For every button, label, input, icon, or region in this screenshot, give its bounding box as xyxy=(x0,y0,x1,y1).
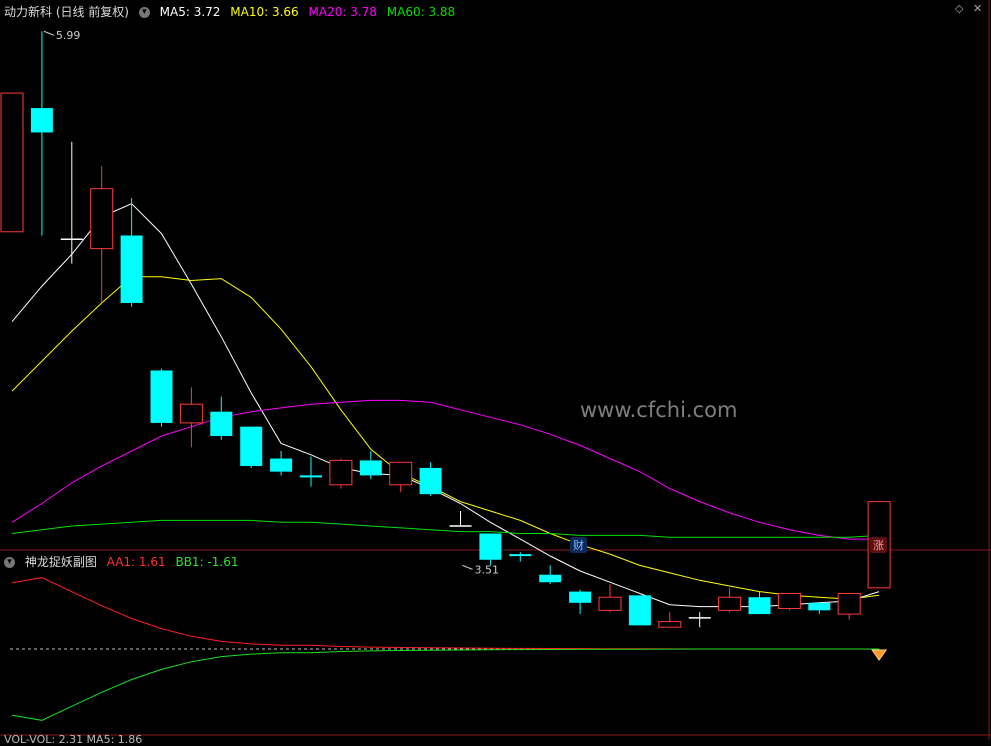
candle-body xyxy=(240,426,263,467)
candle-body xyxy=(90,188,114,250)
candle-body xyxy=(658,621,682,628)
candle-body xyxy=(837,592,861,615)
diamond-icon[interactable]: ◇ xyxy=(955,2,963,15)
candle-body xyxy=(210,411,233,437)
candle-body xyxy=(479,533,502,560)
annotation-arrow xyxy=(43,30,55,36)
bb1-label: BB1: -1.61 xyxy=(175,555,239,569)
zhang-badge[interactable]: 涨 xyxy=(870,537,887,553)
close-icon[interactable]: ✕ xyxy=(973,2,982,15)
stock-title: 动力新科 (日线 前复权) xyxy=(4,5,129,19)
ma-line-ma20 xyxy=(11,399,880,540)
candle-body xyxy=(539,574,562,583)
candle-body xyxy=(0,92,24,233)
candle-body xyxy=(718,596,742,611)
candle-body xyxy=(329,459,353,486)
chart-stage: 5.99 3.51 动力新科 (日线 前复权) ▾ MA5: 3.72 MA10:… xyxy=(0,0,991,746)
candle-body xyxy=(150,370,173,423)
candle-body xyxy=(179,403,203,424)
candle-body xyxy=(300,475,322,478)
chevron-down-icon[interactable]: ▾ xyxy=(4,557,15,568)
candle-body xyxy=(748,597,771,615)
annotation-arrow xyxy=(462,564,473,570)
gem-icon xyxy=(871,649,888,661)
aa1-label: AA1: 1.61 xyxy=(106,555,166,569)
ma20-label: MA20: 3.78 xyxy=(308,5,377,19)
ma10-label: MA10: 3.66 xyxy=(230,5,299,19)
sub-line-bb1 xyxy=(11,648,880,721)
cai-badge[interactable]: 财 xyxy=(570,537,587,553)
candle-body xyxy=(30,108,53,133)
candle-body xyxy=(509,554,532,557)
candle-body xyxy=(628,595,651,626)
ma-line-ma60 xyxy=(11,519,880,538)
annotation-high: 5.99 xyxy=(56,29,81,42)
candle-body xyxy=(598,596,622,611)
sub-chart-header: ▾ 神龙捉妖副图 AA1: 1.61 BB1: -1.61 xyxy=(4,553,244,570)
ma-line-ma10 xyxy=(11,276,880,600)
main-chart-header: 动力新科 (日线 前复权) ▾ MA5: 3.72 MA10: 3.66 MA2… xyxy=(4,3,461,20)
candle-body xyxy=(359,460,382,476)
ma5-label: MA5: 3.72 xyxy=(159,5,221,19)
chart-canvas: 5.99 3.51 xyxy=(0,0,991,740)
candle-body xyxy=(808,602,831,611)
candle-body xyxy=(389,461,413,486)
candle-body xyxy=(569,591,592,603)
chevron-down-icon[interactable]: ▾ xyxy=(138,7,150,18)
candle-body xyxy=(120,235,143,303)
ma60-label: MA60: 3.88 xyxy=(386,5,456,19)
candle-body xyxy=(270,458,293,472)
sub-title: 神龙捉妖副图 xyxy=(24,555,97,569)
candle-body xyxy=(777,592,801,609)
annotation-low: 3.51 xyxy=(475,563,500,576)
watermark: www.cfchi.com xyxy=(580,398,738,422)
candle-body xyxy=(419,467,442,495)
